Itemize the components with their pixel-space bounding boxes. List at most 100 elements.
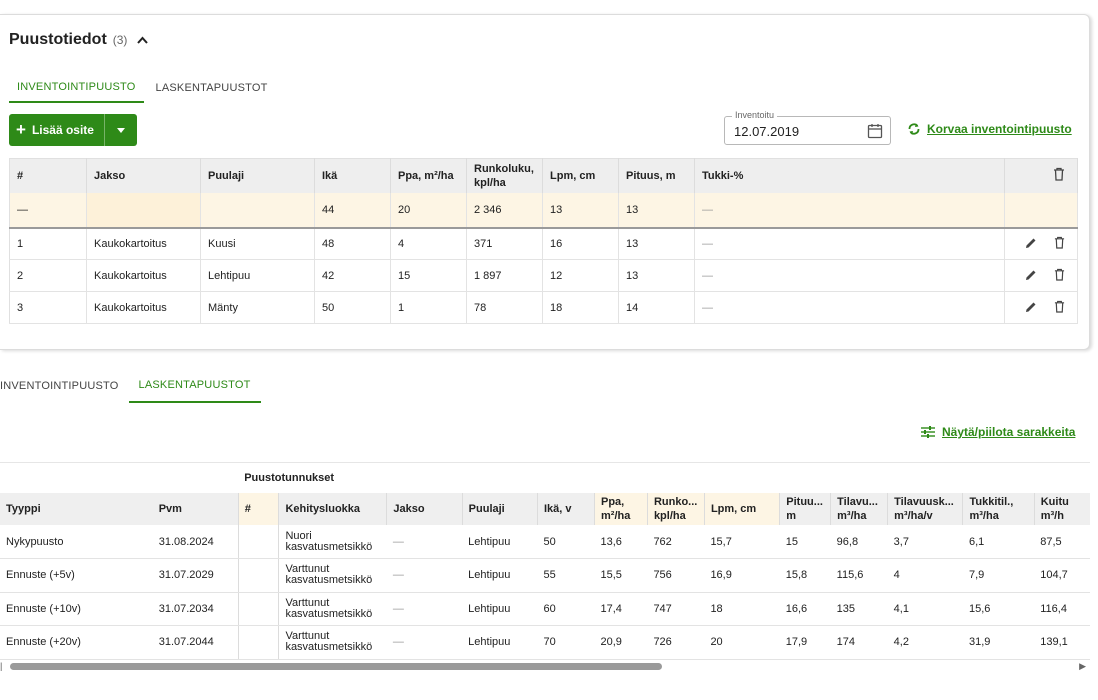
cell: 17,4 [594,592,648,626]
cell: 15,6 [962,592,1035,626]
row-actions [1004,259,1078,292]
cell: 1 [390,291,467,324]
add-osite-button[interactable]: + Lisää osite [9,114,137,146]
trash-icon[interactable] [1053,167,1065,181]
cell: 55 [537,558,595,593]
cell: Mänty [200,291,315,324]
table-header-row: # Jakso Puulaji Ikä Ppa, m²/ha Runkoluku… [9,158,1078,193]
edit-icon[interactable] [1025,301,1037,313]
col-header: Kehitysluokka [278,493,387,525]
collapse-chevron-icon[interactable] [137,36,149,44]
cell: 15,7 [704,525,780,559]
tab-laskentapuustot[interactable]: LASKENTAPUUSTOT [148,73,276,103]
cell: 747 [647,592,705,626]
cell: — [386,525,463,559]
cell: 18 [542,291,619,324]
card-title: Puustotiedot [9,31,107,48]
cell: 13 [618,192,695,229]
cell: 115,6 [830,558,888,593]
laskenta-table: Puustotunnukset Tyyppi Pvm # Kehitysluok… [0,463,1090,660]
col-header: Puulaji [200,158,315,193]
cell: 42 [314,259,391,292]
table-header-row: Tyyppi Pvm # Kehitysluokka Jakso Puulaji… [0,493,1090,525]
add-osite-dropdown[interactable] [105,127,137,133]
col-header: Pituu... m [779,493,831,525]
cell: 50 [537,525,595,559]
cell: 16,9 [704,558,780,593]
col-header: Lpm, cm [542,158,619,193]
cell: — [386,558,463,593]
expand-chevron-icon[interactable] [1079,592,1090,626]
col-header: Runko... kpl/ha [646,493,705,525]
cell: Lehtipuu [462,625,538,660]
expand-chevron-icon[interactable] [1079,558,1090,593]
caret-down-icon [117,127,125,133]
col-header: Ppa, m²/ha [390,158,467,193]
cell: 2 [9,259,87,292]
col-header: Kuitu m³/h [1033,493,1080,525]
cell: 13,6 [594,525,648,559]
cell: Nykypuusto [0,525,153,559]
cell: 12 [542,259,619,292]
laskenta-table-scroll[interactable]: Puustotunnukset Tyyppi Pvm # Kehitysluok… [0,462,1090,660]
cell: 50 [314,291,391,324]
cell: Lehtipuu [462,525,538,559]
cell: 96,8 [830,525,888,559]
horizontal-scrollbar[interactable]: | ▶ [0,660,1090,674]
cell: Varttunut kasvatusmetsikkö [278,625,387,660]
cell: 13 [618,227,695,260]
cell: Kaukokartoitus [86,291,201,324]
col-header: Puulaji [461,493,538,525]
replace-inventory-link[interactable]: Korvaa inventointipuusto [907,122,1072,136]
inventoitu-date-field[interactable]: Inventoitu 12.07.2019 [724,110,891,145]
cell: 1 897 [466,259,543,292]
cell: Kaukokartoitus [86,227,201,260]
cell: — [386,625,463,660]
edit-icon[interactable] [1025,269,1037,281]
card-count: (3) [112,33,128,47]
col-header: Ikä, v [537,493,595,525]
trash-icon[interactable] [1054,268,1065,281]
cell [86,192,201,229]
edit-icon[interactable] [1025,237,1037,249]
trash-icon[interactable] [1054,300,1065,313]
col-header: Pvm [152,493,239,525]
tab-laskentapuustot-lower[interactable]: LASKENTAPUUSTOT [128,369,261,403]
cell [1004,192,1078,229]
cell: 174 [830,625,888,660]
cell: 15,8 [779,558,831,593]
scrollbar-thumb[interactable] [10,663,662,670]
expand-chevron-icon[interactable] [1079,625,1090,660]
trash-icon[interactable] [1054,236,1065,249]
cell: 762 [647,525,705,559]
cell: 44 [314,192,391,229]
cell: 60 [537,592,595,626]
cell: Ennuste (+10v) [0,592,153,626]
calendar-icon[interactable] [867,123,883,139]
col-header: Tyyppi [0,493,153,525]
cell: 14 [618,291,695,324]
cell: Lehtipuu [200,259,315,292]
row-actions [1004,291,1078,324]
cell: Kuusi [200,227,315,260]
tab-inventointipuusto-lower[interactable]: INVENTOINTIPUUSTO [0,369,129,403]
col-header: Tilavuusk... m³/ha/v [887,493,963,525]
cell: Varttunut kasvatusmetsikkö [278,558,387,593]
cell: 139,1 [1034,625,1080,660]
cell: Ennuste (+5v) [0,558,153,593]
table-row: Ennuste (+10v) 31.07.2034 Varttunut kasv… [0,592,1090,626]
table-row: 1 Kaukokartoitus Kuusi 48 4 371 16 13 — [9,227,1078,260]
scroll-right-arrow-icon[interactable]: ▶ [1079,661,1086,672]
cell: Ennuste (+20v) [0,625,153,660]
add-osite-main[interactable]: + Lisää osite [9,114,105,146]
date-field-value[interactable]: 12.07.2019 [734,124,799,139]
col-header: Tilavu... m³/ha [830,493,888,525]
scroll-left-arrow-icon[interactable]: | [0,661,2,671]
tab-inventointipuusto[interactable]: INVENTOINTIPUUSTO [9,73,144,103]
cell: Lehtipuu [462,592,538,626]
cell: 4 [390,227,467,260]
expand-chevron-icon[interactable] [1079,525,1090,559]
cell: — [694,192,1005,229]
toggle-columns-link[interactable]: Näytä/piilota sarakkeita [921,425,1075,439]
card-title-row: Puustotiedot (3) [9,31,149,49]
